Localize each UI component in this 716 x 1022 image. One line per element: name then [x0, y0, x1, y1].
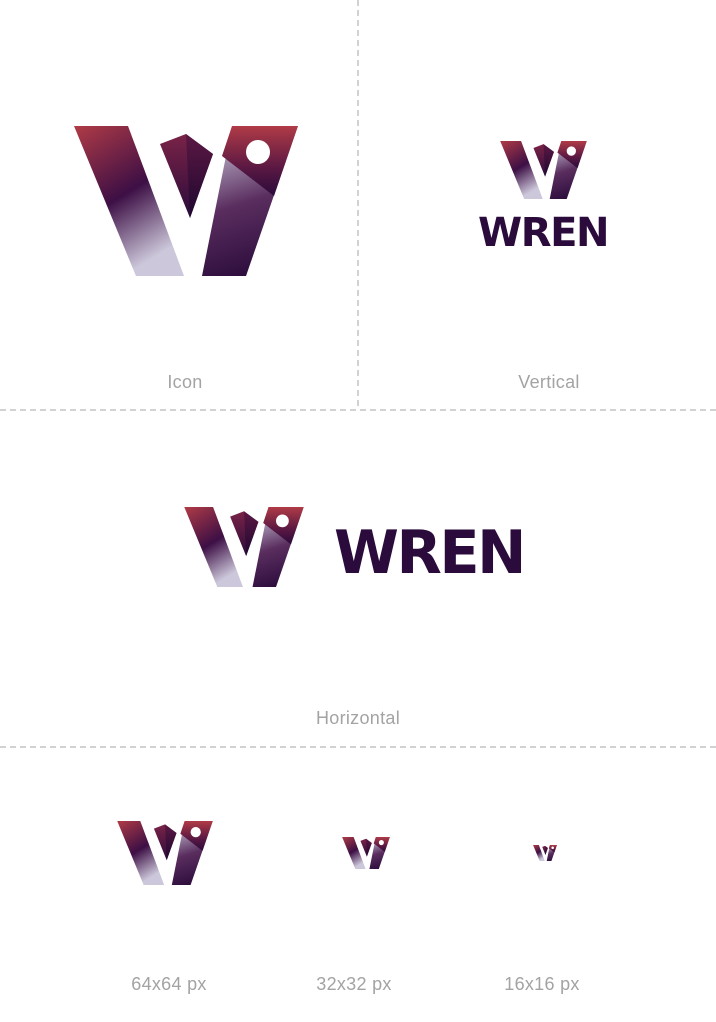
icon-caption: Icon — [167, 372, 203, 392]
wren-horizontal-wordmark: WREN — [334, 518, 526, 588]
size-16-caption: 16x16 px — [504, 974, 580, 994]
size-32-caption: 32x32 px — [316, 974, 392, 994]
wren-mark-16px — [533, 845, 557, 861]
size-64-caption: 64x64 px — [131, 974, 207, 994]
wren-horizontal-mark — [184, 507, 304, 587]
section-divider-top — [0, 409, 716, 411]
section-divider-bottom — [0, 746, 716, 748]
wren-mark-64px — [117, 821, 213, 885]
horizontal-caption: Horizontal — [315, 708, 401, 728]
wren-vertical-mark — [500, 141, 587, 199]
wren-icon-logo — [74, 126, 298, 276]
wren-vertical-wordmark: WREN — [478, 210, 610, 256]
wren-mark-32px — [342, 837, 390, 869]
vertical-caption: Vertical — [518, 372, 580, 392]
section-divider-vertical — [357, 0, 359, 406]
